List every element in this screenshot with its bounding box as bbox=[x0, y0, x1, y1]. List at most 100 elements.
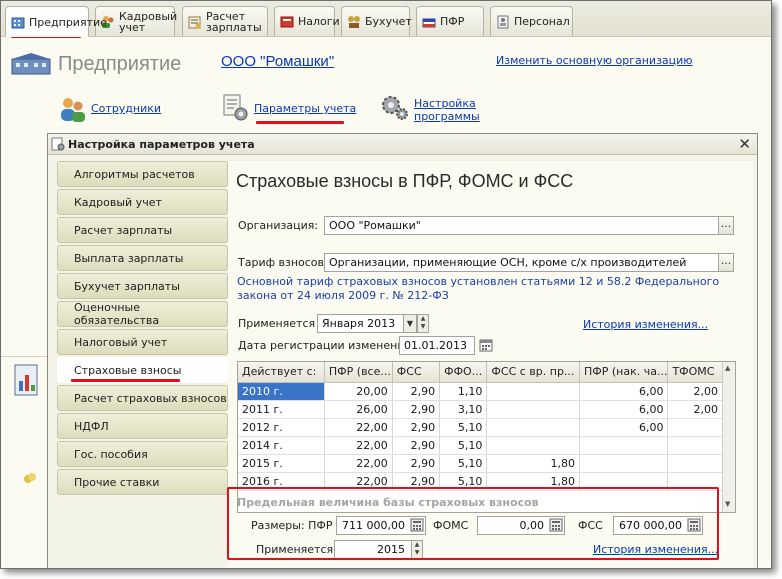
tab-taxes[interactable]: Налоги bbox=[274, 6, 340, 36]
table-cell[interactable]: 2,90 bbox=[392, 436, 441, 455]
column-header[interactable]: ФСС с вр. пр... bbox=[486, 362, 580, 383]
nav-item-payout[interactable]: Выплата зарплаты bbox=[57, 245, 228, 271]
table-cell[interactable]: 22,00 bbox=[324, 454, 393, 473]
applies-from-2-field[interactable]: 2015 bbox=[334, 540, 422, 559]
regdate-field[interactable]: 01.01.2013 bbox=[399, 336, 475, 355]
table-cell[interactable] bbox=[486, 382, 580, 401]
table-row[interactable]: 2012 г. 22,00 2,90 5,10 6,00 bbox=[238, 418, 723, 437]
table-cell[interactable]: 2,90 bbox=[392, 454, 441, 473]
table-row[interactable]: 2016 г. 22,00 2,90 5,10 1,80 bbox=[238, 472, 723, 491]
divider bbox=[1, 356, 47, 357]
nav-item-payroll[interactable]: Расчет зарплаты bbox=[57, 217, 228, 243]
column-header[interactable]: Действует с: bbox=[238, 362, 325, 383]
nav-item-insurance-calc[interactable]: Расчет страховых взносов bbox=[57, 385, 228, 411]
table-cell[interactable]: 2015 г. bbox=[238, 454, 325, 473]
table-cell[interactable]: 1,80 bbox=[486, 454, 580, 473]
nav-item-algorithms[interactable]: Алгоритмы расчетов bbox=[57, 161, 228, 187]
calculator-icon[interactable] bbox=[410, 518, 424, 532]
table-cell[interactable]: 6,00 bbox=[579, 400, 669, 419]
tab-accounting[interactable]: Бухучет bbox=[341, 6, 412, 36]
table-cell[interactable]: 2016 г. bbox=[238, 472, 325, 491]
table-cell[interactable]: 5,10 bbox=[439, 472, 488, 491]
change-organization-link[interactable]: Изменить основную организацию bbox=[496, 54, 693, 67]
column-header[interactable]: ФСС bbox=[392, 362, 441, 383]
table-cell[interactable]: 2014 г. bbox=[238, 436, 325, 455]
table-cell[interactable]: 5,10 bbox=[439, 436, 488, 455]
table-cell[interactable] bbox=[667, 454, 723, 473]
table-cell[interactable]: 22,00 bbox=[324, 436, 393, 455]
nav-item-ndfl[interactable]: НДФЛ bbox=[57, 413, 228, 439]
history-2-link[interactable]: История изменения... bbox=[593, 543, 718, 556]
calculator-icon[interactable] bbox=[687, 518, 701, 532]
table-cell[interactable]: 6,00 bbox=[579, 382, 669, 401]
nav-item-gov-benefits[interactable]: Гос. пособия bbox=[57, 441, 228, 467]
table-cell[interactable]: 3,10 bbox=[439, 400, 488, 419]
table-cell[interactable] bbox=[486, 436, 580, 455]
chevron-down-icon[interactable]: ▼ bbox=[403, 314, 417, 333]
organization-field[interactable]: ООО "Ромашки" bbox=[324, 216, 719, 235]
table-cell[interactable] bbox=[579, 436, 669, 455]
organization-select-button[interactable]: ... bbox=[718, 216, 734, 235]
table-cell[interactable] bbox=[667, 472, 723, 491]
organization-link[interactable]: ООО "Ромашки" bbox=[221, 53, 334, 70]
tariff-field[interactable]: Организации, применяющие ОСН, кроме с/х … bbox=[324, 253, 719, 272]
table-scrollbar[interactable]: ▲ ▼ bbox=[722, 362, 735, 512]
nav-item-hr[interactable]: Кадровый учет bbox=[57, 189, 228, 215]
column-header[interactable]: ПФР (нак. ча... bbox=[579, 362, 669, 383]
table-row[interactable]: 2015 г. 22,00 2,90 5,10 1,80 bbox=[238, 454, 723, 473]
employees-link[interactable]: Сотрудники bbox=[91, 102, 161, 115]
table-row[interactable]: 2010 г. 20,00 2,90 1,10 6,00 2,00 bbox=[238, 382, 723, 401]
table-row[interactable]: 2011 г. 26,00 2,90 3,10 6,00 2,00 bbox=[238, 400, 723, 419]
close-icon[interactable]: ✕ bbox=[738, 136, 751, 152]
table-cell[interactable] bbox=[486, 400, 580, 419]
table-row[interactable]: 2014 г. 22,00 2,90 5,10 bbox=[238, 436, 723, 455]
scroll-down-icon[interactable]: ▼ bbox=[725, 500, 730, 508]
table-cell[interactable]: 20,00 bbox=[324, 382, 393, 401]
nav-item-payroll-accounting[interactable]: Бухучет зарплаты bbox=[57, 273, 228, 299]
tab-enterprise[interactable]: Предприятие bbox=[5, 6, 107, 37]
month-spinner[interactable]: ▲ ▼ bbox=[417, 314, 429, 333]
calculator-icon[interactable] bbox=[549, 518, 563, 532]
table-cell[interactable]: 2,00 bbox=[667, 382, 723, 401]
table-cell[interactable] bbox=[579, 472, 669, 491]
scroll-up-icon[interactable]: ▲ bbox=[725, 364, 730, 372]
year-spinner[interactable]: ▲ ▼ bbox=[411, 540, 423, 559]
tab-personnel[interactable]: Персонал bbox=[490, 6, 573, 36]
table-cell[interactable] bbox=[486, 418, 580, 437]
settings-link[interactable]: Настройка программы bbox=[414, 97, 480, 123]
nav-item-estimated-liabilities[interactable]: Оценочные обязательства bbox=[57, 301, 228, 327]
table-cell[interactable]: 2,90 bbox=[392, 382, 441, 401]
tab-payroll[interactable]: Расчет зарплаты bbox=[182, 6, 268, 36]
table-cell[interactable]: 22,00 bbox=[324, 418, 393, 437]
table-cell[interactable]: 2010 г. bbox=[238, 382, 325, 401]
table-cell[interactable]: 22,00 bbox=[324, 472, 393, 491]
table-cell[interactable]: 2,90 bbox=[392, 418, 441, 437]
table-cell[interactable]: 2012 г. bbox=[238, 418, 325, 437]
column-header[interactable]: ПФР (все... bbox=[324, 362, 393, 383]
table-cell[interactable]: 26,00 bbox=[324, 400, 393, 419]
params-link[interactable]: Параметры учета bbox=[254, 102, 356, 115]
tariff-select-button[interactable]: ... bbox=[718, 253, 734, 272]
table-cell[interactable]: 2,90 bbox=[392, 472, 441, 491]
nav-item-other-rates[interactable]: Прочие ставки bbox=[57, 469, 228, 495]
column-header[interactable]: ФФО... bbox=[439, 362, 488, 383]
calendar-icon[interactable] bbox=[479, 338, 493, 352]
pfr-icon bbox=[421, 14, 437, 30]
table-cell[interactable]: 5,10 bbox=[439, 418, 488, 437]
table-cell[interactable] bbox=[667, 436, 723, 455]
applies-from-field[interactable]: Января 2013 bbox=[317, 314, 404, 333]
tab-hr[interactable]: Кадровый учет bbox=[95, 6, 177, 36]
history-link[interactable]: История изменения... bbox=[583, 318, 708, 331]
nav-item-tax-accounting[interactable]: Налоговый учет bbox=[57, 329, 228, 355]
table-cell[interactable]: 6,00 bbox=[579, 418, 669, 437]
table-cell[interactable]: 1,10 bbox=[439, 382, 488, 401]
table-cell[interactable]: 5,10 bbox=[439, 454, 488, 473]
table-cell[interactable]: 2011 г. bbox=[238, 400, 325, 419]
tab-pfr[interactable]: ПФР bbox=[416, 6, 484, 36]
table-cell[interactable]: 2,90 bbox=[392, 400, 441, 419]
table-cell[interactable] bbox=[579, 454, 669, 473]
table-cell[interactable]: 1,80 bbox=[486, 472, 580, 491]
table-cell[interactable] bbox=[667, 418, 723, 437]
table-cell[interactable]: 2,00 bbox=[667, 400, 723, 419]
column-header[interactable]: ТФОМС bbox=[667, 362, 723, 383]
